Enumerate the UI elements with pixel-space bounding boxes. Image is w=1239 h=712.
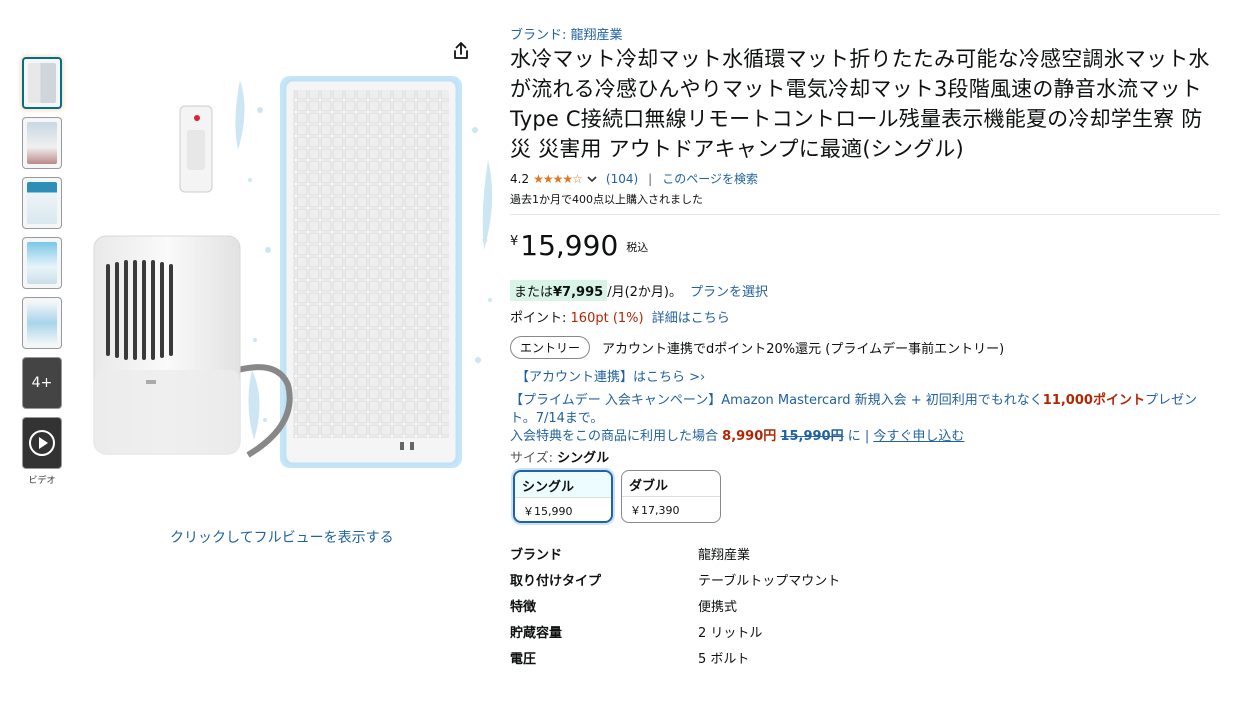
- spec-key: 取り付けタイプ: [510, 573, 602, 589]
- member-discount-price: 8,990円: [722, 429, 777, 444]
- price-amount: 15,990: [520, 229, 619, 262]
- spec-table: ブランド 龍翔産業 取り付けタイプ テーブルトップマウント 特徴 便携式 貯蔵容量 2 …: [510, 540, 840, 670]
- campaign-text[interactable]: 【プライムデー 入会キャンペーン】Amazon Mastercard 新規入会 …: [510, 392, 1220, 428]
- spec-value: 龍翔産業: [698, 547, 751, 563]
- entry-button[interactable]: エントリー: [510, 336, 591, 359]
- points-row: ポイント: 160pt (1%) 詳細はこちら: [510, 307, 1220, 326]
- installment-suffix: /月(2か月)。: [607, 285, 682, 300]
- thumbnail-strip: 4+ ビデオ: [22, 57, 62, 486]
- account-link[interactable]: 【アカウント連携】はこちら >›: [516, 366, 1220, 385]
- price-symbol: ¥: [510, 234, 519, 249]
- thumbnail-3[interactable]: [22, 177, 62, 229]
- size-selected-value: シングル: [557, 451, 610, 466]
- spec-key: 電圧: [510, 651, 537, 667]
- spec-value: 便携式: [698, 599, 738, 615]
- thumbnail-4[interactable]: [22, 237, 62, 289]
- thumbnail-1[interactable]: [22, 57, 62, 109]
- table-row: 取り付けタイプ テーブルトップマウント: [510, 566, 840, 592]
- divider: [510, 214, 1220, 215]
- size-label: サイズ: シングル: [510, 447, 1220, 466]
- swatch-name: ダブル: [622, 471, 720, 497]
- video-label: ビデオ: [28, 476, 56, 486]
- swatch-single[interactable]: シングル ￥15,990: [513, 470, 613, 523]
- spec-value: 2 リットル: [698, 625, 763, 641]
- points-value: 160pt (1%): [570, 311, 644, 326]
- member-offer: 入会特典をこの商品に利用した場合 8,990円 15,990円 に | 今すぐ申…: [510, 428, 1220, 446]
- installment-row: または¥7,995 /月(2か月)。 プランを選択: [510, 280, 1220, 301]
- rating-separator: |: [648, 171, 653, 186]
- member-middle: に |: [847, 429, 870, 444]
- spec-key: 貯蔵容量: [510, 625, 563, 641]
- more-thumbnails-label: 4+: [31, 375, 53, 391]
- installment-prefix: または: [514, 285, 554, 300]
- table-row: 特徴 便携式: [510, 592, 840, 618]
- member-original-price: 15,990円: [780, 429, 844, 444]
- swatch-price: ￥15,990: [523, 505, 573, 518]
- search-page-link[interactable]: このページを検索: [662, 170, 758, 187]
- product-details: ブランド: 龍翔産業 水冷マット冷却マット水循環マット折りたたみ可能な冷感空調氷…: [510, 24, 1220, 670]
- installment-badge: または¥7,995: [510, 280, 608, 301]
- promo-row: エントリー アカウント連携でdポイント20%還元 (プライムデー事前エントリー): [510, 336, 1220, 359]
- promo-text: アカウント連携でdポイント20%還元 (プライムデー事前エントリー): [602, 342, 1005, 357]
- points-label: ポイント:: [510, 311, 567, 326]
- main-product-image[interactable]: [80, 40, 500, 490]
- swatch-double[interactable]: ダブル ￥17,390: [621, 470, 721, 523]
- spec-value: 5 ボルト: [698, 651, 750, 667]
- swatch-price: ￥17,390: [630, 504, 680, 517]
- apply-now-link[interactable]: 今すぐ申し込む: [873, 429, 964, 444]
- swatch-name: シングル: [515, 472, 611, 498]
- review-count-link[interactable]: (104): [606, 172, 638, 186]
- thumbnail-video[interactable]: [22, 417, 62, 469]
- size-swatches: シングル ￥15,990 ダブル ￥17,390: [513, 470, 1220, 523]
- table-row: 貯蔵容量 2 リットル: [510, 618, 840, 644]
- campaign-highlight: 11,000ポイント: [1042, 393, 1145, 408]
- member-prefix: 入会特典をこの商品に利用した場合: [510, 429, 719, 444]
- rating-row: 4.2 ★★★★☆ (104) | このページを検索: [510, 170, 1220, 187]
- price-block: ¥ 15,990 税込: [510, 231, 1220, 261]
- share-icon[interactable]: [450, 40, 472, 62]
- spec-key: 特徴: [510, 599, 537, 615]
- table-row: 電圧 5 ボルト: [510, 644, 840, 670]
- play-icon: [29, 430, 55, 456]
- rating-value: 4.2: [510, 171, 530, 186]
- bought-count: 過去1か月で400点以上購入されました: [510, 193, 703, 206]
- spec-key: ブランド: [510, 547, 563, 563]
- campaign-text-before: 【プライムデー 入会キャンペーン】Amazon Mastercard 新規入会 …: [510, 393, 1043, 408]
- rating-stars[interactable]: ★★★★☆: [533, 172, 583, 186]
- thumbnail-2[interactable]: [22, 117, 62, 169]
- size-label-text: サイズ:: [510, 451, 553, 466]
- spec-value: テーブルトップマウント: [698, 573, 841, 589]
- table-row: ブランド 龍翔産業: [510, 540, 840, 566]
- points-detail-link[interactable]: 詳細はこちら: [652, 311, 730, 326]
- installment-amount: ¥7,995: [553, 285, 604, 300]
- chevron-down-icon[interactable]: [586, 173, 598, 185]
- brand-link[interactable]: ブランド: 龍翔産業: [510, 24, 1220, 43]
- product-title: 水冷マット冷却マット水循環マット折りたたみ可能な冷感空調氷マット水が流れる冷感ひ…: [510, 47, 1210, 161]
- fullview-link[interactable]: クリックしてフルビューを表示する: [170, 527, 394, 547]
- price-tax-label: 税込: [626, 241, 649, 254]
- thumbnail-more[interactable]: 4+: [22, 357, 62, 409]
- thumbnail-5[interactable]: [22, 297, 62, 349]
- plan-select-link[interactable]: プランを選択: [690, 281, 768, 300]
